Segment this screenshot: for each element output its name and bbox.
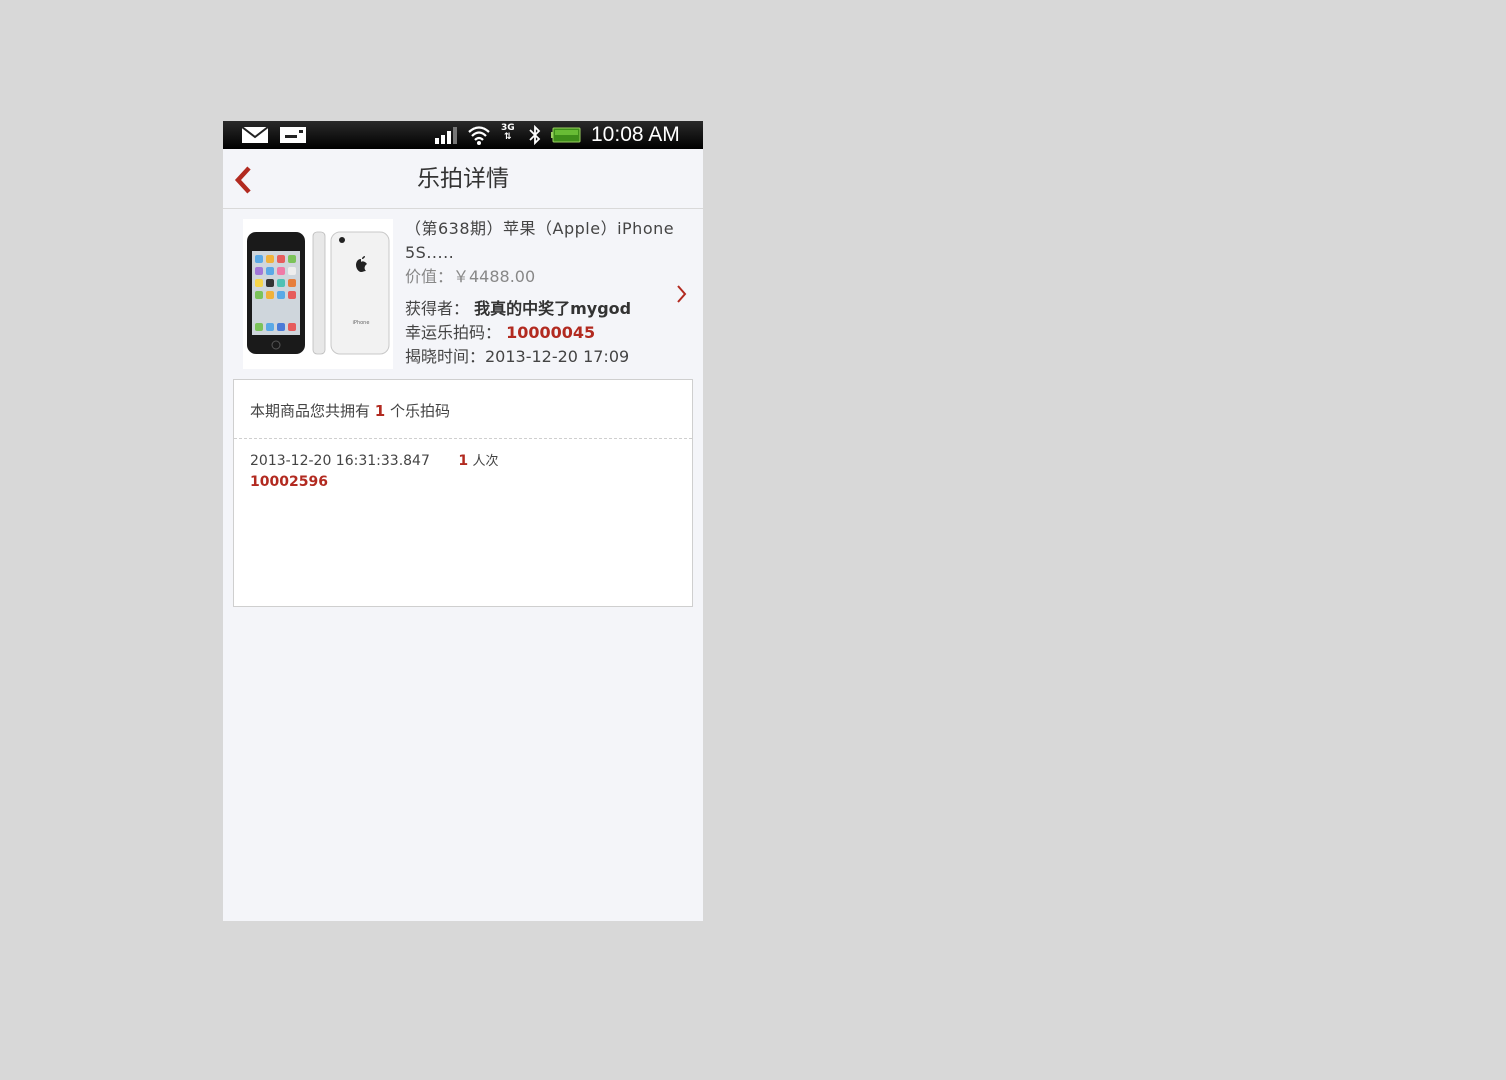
bluetooth-icon	[529, 125, 541, 145]
entry-unit: 人次	[472, 454, 499, 469]
status-bar: 3G ⇅ 10:08 AM	[223, 121, 703, 149]
summary-count: 1	[374, 402, 386, 420]
entry-count: 1	[458, 453, 469, 469]
product-price: 价值：￥4488.00	[405, 267, 536, 286]
signal-icon	[435, 127, 457, 144]
list-item: 2013-12-20 16:31:33.847 1 人次 10002596	[234, 439, 692, 492]
3g-icon: 3G ⇅	[501, 123, 515, 142]
image-label: iPhone	[353, 320, 370, 326]
winner-name: 我真的中奖了mygod	[474, 299, 632, 318]
entry-line: 2013-12-20 16:31:33.847 1 人次	[250, 451, 692, 472]
entry-time: 2013-12-20 16:31:33.847	[250, 453, 430, 469]
summary-prefix: 本期商品您共拥有	[250, 402, 371, 420]
status-clock: 10:08 AM	[591, 123, 680, 146]
product-summary[interactable]: iPhone （第638期）苹果（Apple）iPhone 5S..... 价值…	[223, 209, 703, 379]
winner-row: 获得者： 我真的中奖了mygod	[405, 297, 685, 321]
lucky-code: 10000045	[506, 323, 596, 342]
codes-panel: 本期商品您共拥有 1 个乐拍码 2013-12-20 16:31:33.847 …	[233, 379, 693, 607]
header: 乐拍详情	[223, 149, 703, 209]
product-name: （第638期）苹果（Apple）iPhone 5S.....	[405, 219, 675, 262]
winner-label: 获得者：	[405, 299, 470, 318]
mail-icon	[241, 126, 269, 143]
wifi-icon	[468, 126, 490, 145]
network-label: 3G	[501, 123, 515, 133]
lucky-code-label: 幸运乐拍码：	[405, 323, 502, 342]
chevron-right-icon[interactable]	[675, 283, 689, 305]
product-image: iPhone	[243, 219, 393, 369]
page-title: 乐拍详情	[417, 166, 509, 192]
battery-icon	[551, 127, 581, 143]
summary-suffix: 个乐拍码	[390, 402, 451, 420]
entry-code: 10002596	[250, 474, 328, 490]
phone-screen: 3G ⇅ 10:08 AM 乐拍详情 iPhone （第638期）苹果（Appl…	[223, 121, 703, 921]
product-info: （第638期）苹果（Apple）iPhone 5S..... 价值：￥4488.…	[405, 217, 685, 369]
codes-summary: 本期商品您共拥有 1 个乐拍码	[234, 380, 692, 439]
sim-card-icon	[280, 127, 306, 143]
lucky-code-row: 幸运乐拍码： 10000045	[405, 321, 685, 345]
reveal-time: 揭晓时间：2013-12-20 17:09	[405, 347, 630, 366]
